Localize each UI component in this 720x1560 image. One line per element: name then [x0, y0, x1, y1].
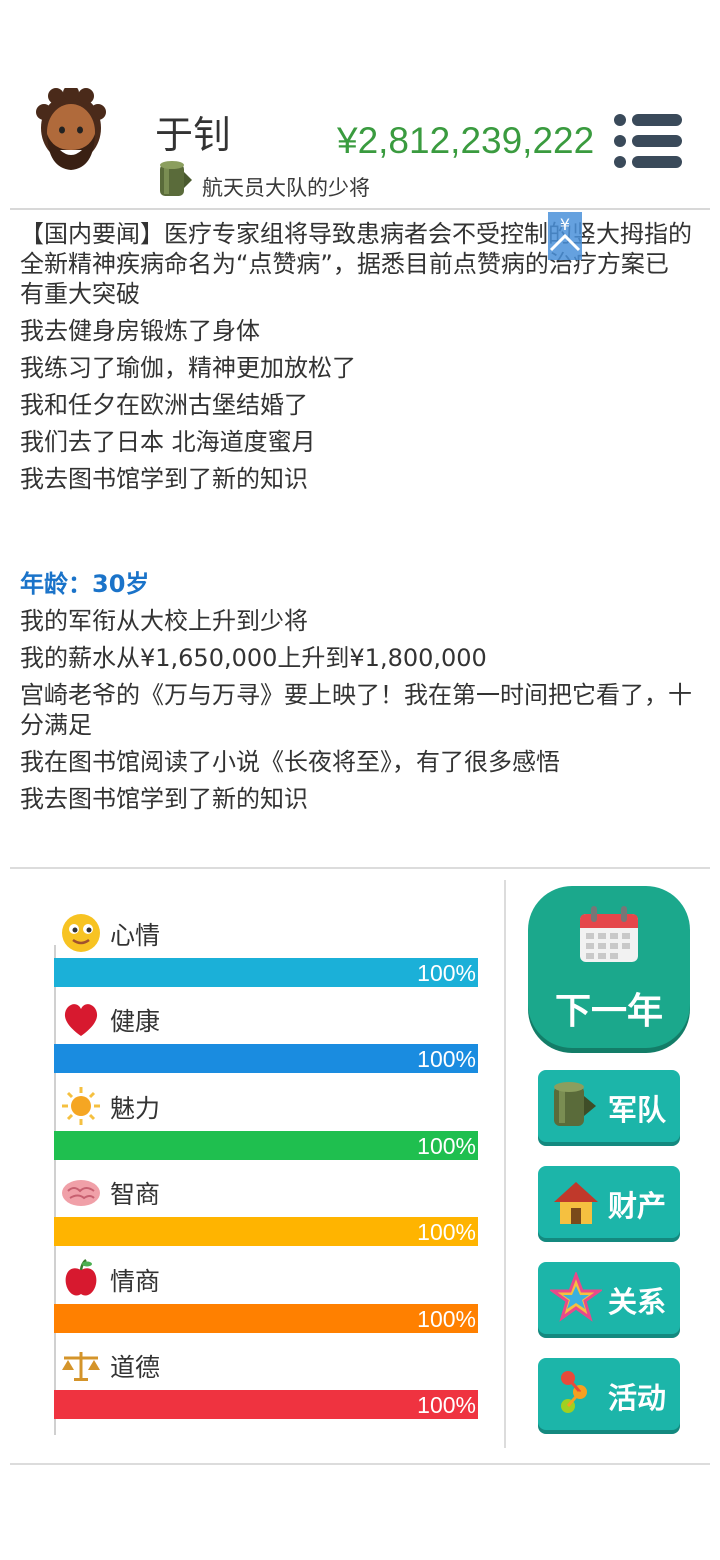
- vertical-divider: [504, 880, 506, 1448]
- rank-title: 航天员大队的少将: [202, 176, 370, 200]
- menu-icon[interactable]: [612, 112, 684, 170]
- log-entry: 我们去了日本 北海道度蜜月: [20, 428, 316, 456]
- stat-label: 智商: [110, 1180, 161, 1210]
- log-entry: 我练习了瑜伽，精神更加放松了: [20, 354, 356, 382]
- smiley-icon: [62, 914, 100, 952]
- sun-icon: [62, 1086, 100, 1125]
- avatar[interactable]: [34, 88, 108, 172]
- stat-row: 心情 100%: [54, 908, 478, 994]
- stat-bar: 100%: [54, 1044, 478, 1074]
- stat-label: 情商: [110, 1266, 161, 1296]
- property-button[interactable]: 财产: [538, 1166, 680, 1238]
- log-entry: 我和任夕在欧洲古堡结婚了: [20, 391, 308, 419]
- stat-value: 100%: [417, 960, 476, 986]
- svg-text:¥: ¥: [560, 215, 570, 234]
- relations-label: 关系: [608, 1285, 667, 1319]
- money-balance: ¥2,812,239,222: [337, 120, 595, 161]
- heart-icon: [64, 1004, 98, 1037]
- army-can-icon: [554, 1082, 596, 1126]
- activities-icon: [561, 1371, 587, 1413]
- stat-bar: 100%: [54, 958, 478, 987]
- stat-value: 100%: [417, 1305, 476, 1332]
- stat-bar: 100%: [54, 1389, 478, 1419]
- yen-marker-icon[interactable]: ¥: [548, 212, 582, 260]
- bottom-divider: [10, 1463, 710, 1465]
- stat-bar: 100%: [54, 1303, 478, 1333]
- stat-bar-fill: [54, 1217, 478, 1247]
- stat-bar-fill: [54, 958, 478, 987]
- stat-value: 100%: [417, 1391, 476, 1418]
- age-heading: 年龄：30岁: [20, 570, 150, 598]
- profile-header: 于钊 航天员大队的少将 ¥2,812,239,222: [0, 0, 720, 210]
- event-log[interactable]: 我的薪水从¥1,250,000上升到¥1,650,000【国内要闻】医疗专家组将…: [0, 196, 720, 856]
- stats-panel: 心情 100% 健康 100% 魅力 100% 智商 100% 情商 100% 道德 100%: [54, 908, 478, 1426]
- player-name: 于钊: [155, 113, 232, 157]
- next-year-label: 下一年: [554, 991, 663, 1032]
- stat-row: 道德 100%: [54, 1340, 478, 1426]
- house-icon: [554, 1182, 598, 1224]
- stat-label: 心情: [110, 921, 161, 950]
- army-button[interactable]: 军队: [538, 1070, 680, 1142]
- log-entry: 我的薪水从¥1,650,000上升到¥1,800,000: [20, 644, 487, 672]
- log-entry: 我在图书馆阅读了小说《长夜将至》，有了很多感悟: [20, 748, 560, 776]
- stat-row: 魅力 100%: [54, 1081, 478, 1167]
- stat-bar: 100%: [54, 1217, 478, 1247]
- activities-button[interactable]: 活动: [538, 1358, 680, 1430]
- event-log-content: 我的薪水从¥1,250,000上升到¥1,650,000【国内要闻】医疗专家组将…: [20, 196, 692, 821]
- log-entry: 【国内要闻】医疗专家组将导致患病者会不受控制的竖大拇指的全新精神疾病命名为“点赞…: [20, 220, 692, 308]
- property-label: 财产: [608, 1189, 667, 1223]
- log-entry: 我的军衔从大校上升到少将: [20, 607, 308, 635]
- log-entry: 宫崎老爷的《万与万寻》要上映了！我在第一时间把它看了，十分满足: [20, 681, 692, 739]
- header-divider: [10, 208, 710, 210]
- army-can-icon: [160, 161, 192, 196]
- activities-label: 活动: [608, 1381, 667, 1415]
- section-divider: [10, 867, 710, 869]
- star-icon: [550, 1272, 602, 1322]
- stat-bar-fill: [54, 1130, 478, 1160]
- stat-value: 100%: [417, 1046, 476, 1073]
- log-spacer: [20, 501, 692, 569]
- brain-icon: [62, 1180, 100, 1207]
- scales-icon: [62, 1351, 100, 1381]
- log-entry: 我去图书馆学到了新的知识: [20, 465, 308, 493]
- stat-bar-fill: [54, 1389, 478, 1419]
- next-year-button[interactable]: 下一年: [528, 886, 690, 1048]
- stat-row: 健康 100%: [54, 994, 478, 1080]
- stat-bar: 100%: [54, 1130, 478, 1160]
- log-entry: 我去图书馆学到了新的知识: [20, 785, 308, 813]
- army-label: 军队: [608, 1093, 667, 1127]
- stat-bar-fill: [54, 1044, 478, 1074]
- stat-row: 情商 100%: [54, 1254, 478, 1340]
- calendar-icon: [580, 906, 638, 962]
- stat-value: 100%: [417, 1219, 476, 1246]
- stat-label: 健康: [110, 1007, 161, 1037]
- log-entry: 我去健身房锻炼了身体: [20, 317, 260, 345]
- apple-icon: [65, 1258, 97, 1296]
- stat-label: 魅力: [110, 1093, 161, 1123]
- stat-value: 100%: [417, 1132, 476, 1159]
- stat-row: 智商 100%: [54, 1167, 478, 1253]
- relations-button[interactable]: 关系: [538, 1262, 680, 1334]
- stat-bar-fill: [54, 1303, 478, 1333]
- stat-label: 道德: [110, 1352, 161, 1382]
